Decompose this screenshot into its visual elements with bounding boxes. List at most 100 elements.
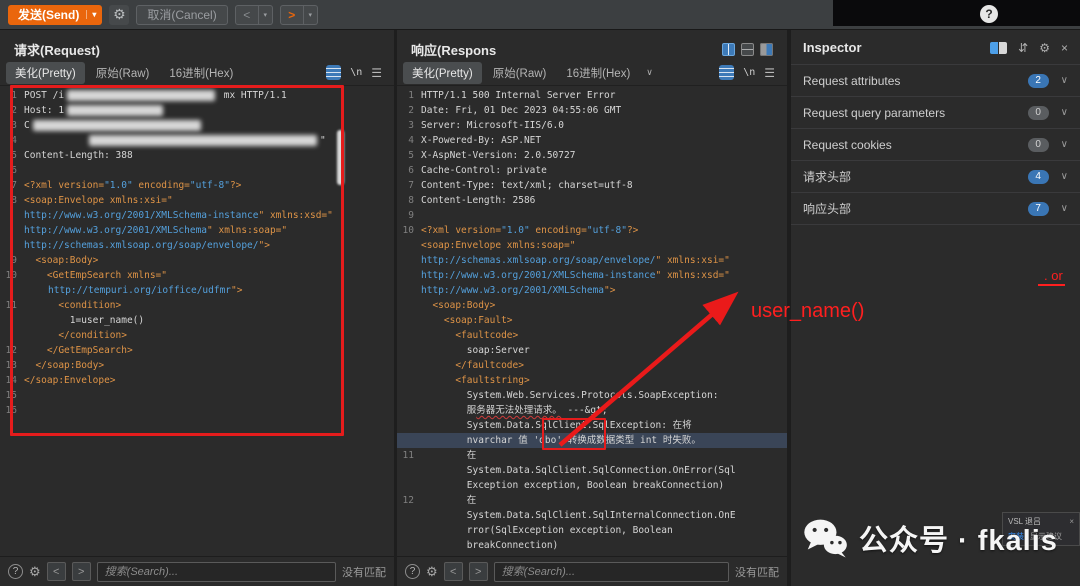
code-text: ?> (626, 225, 639, 236)
send-button-label: 发送(Send) (18, 8, 80, 22)
help-icon[interactable]: ? (980, 5, 998, 23)
syntax-highlight-icon[interactable] (326, 65, 342, 80)
history-back-group: < ▾ (234, 4, 273, 25)
code-row: breakConnection) (397, 538, 787, 553)
code-text: rror(SqlException exception, Boolean (421, 525, 673, 536)
code-text: "1.0" (501, 225, 530, 236)
request-tabbar: 美化(Pretty) 原始(Raw) 16进制(Hex) \n ☰ (0, 60, 394, 86)
code-text: 服 (421, 405, 477, 416)
layout-single-icon[interactable] (760, 42, 773, 56)
count-badge: 4 (1027, 169, 1049, 184)
code-row: 10 <?xml version="1.0" encoding="utf-8"?> (397, 223, 787, 238)
layout-stacked-icon[interactable] (741, 42, 754, 56)
request-tab-hex[interactable]: 16进制(Hex) (160, 62, 242, 84)
search-prev-button[interactable]: < (443, 562, 463, 581)
search-settings-gear-icon[interactable]: ⚙ (29, 564, 41, 580)
inspector-section[interactable]: 响应头部 7 ∨ (791, 193, 1080, 225)
search-help-icon[interactable]: ? (8, 564, 23, 579)
inspector-header: Inspector ⇵ ⚙ × (791, 30, 1080, 64)
code-text: breakConnection) (421, 540, 559, 551)
search-prev-button[interactable]: < (46, 562, 66, 581)
code-text: <faultcode> (421, 330, 519, 341)
inspector-sort-icon[interactable]: ⇵ (1018, 41, 1028, 55)
send-dropdown-caret-icon[interactable]: ▾ (86, 10, 96, 19)
cancel-button[interactable]: 取消(Cancel) (136, 4, 228, 25)
inspector-section[interactable]: Request cookies 0 ∨ (791, 129, 1080, 161)
send-button[interactable]: 发送(Send) ▾ (8, 4, 103, 25)
syntax-highlight-icon[interactable] (719, 65, 735, 80)
code-text: Content-Length: 2586 (421, 195, 536, 206)
code-text: Exception exception, Boolean breakConnec… (421, 480, 725, 491)
line-number: 7 (408, 180, 414, 191)
search-settings-gear-icon[interactable]: ⚙ (426, 564, 438, 580)
back-button[interactable]: < (234, 4, 259, 25)
code-text: http://www.w3.org/2001/XMLSchema-instanc… (421, 270, 656, 281)
inspector-section-label: Request cookies (803, 137, 892, 152)
search-input[interactable] (493, 561, 729, 582)
code-row: 3 Server: Microsoft-IIS/6.0 (397, 118, 787, 133)
layout-columns-icon[interactable] (722, 42, 735, 56)
code-text: <?xml version= (421, 225, 502, 236)
response-searchbar: ? ⚙ < > 没有匹配 (397, 556, 787, 586)
code-row: 2 Date: Fri, 01 Dec 2023 04:55:06 GMT (397, 103, 787, 118)
editor-menu-icon[interactable]: ☰ (764, 66, 775, 80)
search-no-match-label: 没有匹配 (735, 566, 779, 579)
editor-menu-icon[interactable]: ☰ (371, 66, 382, 80)
code-row: rror(SqlException exception, Boolean (397, 523, 787, 538)
code-text: X-Powered-By: ASP.NET (421, 135, 542, 146)
chevron-down-icon[interactable]: ∨ (1061, 139, 1068, 150)
code-text: encoding= (529, 225, 587, 236)
search-next-button[interactable]: > (71, 562, 91, 581)
code-row: <soap:Envelope xmlns:soap=" (397, 238, 787, 253)
code-text: <soap:Fault> (421, 315, 513, 326)
search-no-match-label: 没有匹配 (342, 566, 386, 579)
chevron-down-icon[interactable]: ∨ (1061, 75, 1068, 86)
line-number: 3 (408, 120, 414, 131)
response-tab-raw[interactable]: 原始(Raw) (484, 62, 556, 84)
inspector-section[interactable]: Request attributes 2 ∨ (791, 65, 1080, 97)
response-tab-hex[interactable]: 16进制(Hex) (557, 62, 639, 84)
close-icon[interactable]: × (1069, 517, 1074, 526)
inspector-section-label: 请求头部 (803, 170, 852, 184)
chevron-down-icon[interactable]: ∨ (1061, 203, 1068, 214)
code-text: 在 (421, 495, 477, 506)
request-tab-pretty[interactable]: 美化(Pretty) (6, 61, 85, 84)
code-text: 在 (421, 450, 477, 461)
inspector-section-label: Request attributes (803, 73, 901, 88)
inspector-section-label: Request query parameters (803, 105, 946, 120)
search-input[interactable] (96, 561, 336, 582)
tabs-more-chevron-down-icon[interactable]: ∨ (641, 67, 658, 78)
inspector-section[interactable]: Request query parameters 0 ∨ (791, 97, 1080, 129)
redacted-titlebar-area (833, 0, 1080, 26)
gear-icon[interactable]: ⚙ (109, 4, 130, 25)
newline-toggle-icon[interactable]: \n (350, 67, 362, 78)
request-tab-raw[interactable]: 原始(Raw) (87, 62, 159, 84)
search-next-button[interactable]: > (468, 562, 488, 581)
request-titlebar: 请求(Request) (0, 30, 394, 60)
code-row: 4 X-Powered-By: ASP.NET (397, 133, 787, 148)
forward-dropdown-icon[interactable]: ▾ (303, 4, 318, 25)
chevron-down-icon[interactable]: ∨ (1061, 171, 1068, 182)
inspector-section-label: 响应头部 (803, 202, 852, 216)
annotation-arrow (558, 291, 739, 447)
line-number: 9 (408, 210, 414, 221)
inspector-settings-gear-icon[interactable]: ⚙ (1039, 41, 1050, 55)
inspector-section[interactable]: 请求头部 4 ∨ (791, 161, 1080, 193)
code-row: http://schemas.xmlsoap.org/soap/envelope… (397, 253, 787, 268)
request-panel-title: 请求(Request) (14, 42, 100, 58)
search-help-icon[interactable]: ? (405, 564, 420, 579)
code-row: 1 HTTP/1.1 500 Internal Server Error (397, 88, 787, 103)
code-row: System.Data.SqlClient.SqlConnection.OnEr… (397, 463, 787, 478)
chevron-down-icon[interactable]: ∨ (1061, 107, 1068, 118)
inspector-dock-icon[interactable] (990, 41, 1008, 54)
history-forward-group: > ▾ (279, 4, 318, 25)
inspector-close-icon[interactable]: × (1061, 41, 1068, 55)
forward-button[interactable]: > (279, 4, 304, 25)
response-tab-pretty[interactable]: 美化(Pretty) (403, 61, 482, 84)
code-row: Exception exception, Boolean breakConnec… (397, 478, 787, 493)
code-text: System.Data.SqlClient.SqlConnection.OnEr… (421, 465, 736, 476)
back-dropdown-icon[interactable]: ▾ (258, 4, 273, 25)
newline-toggle-icon[interactable]: \n (743, 67, 755, 78)
code-text: soap:Server (421, 345, 530, 356)
code-row: System.Data.SqlClient.SqlInternalConnect… (397, 508, 787, 523)
